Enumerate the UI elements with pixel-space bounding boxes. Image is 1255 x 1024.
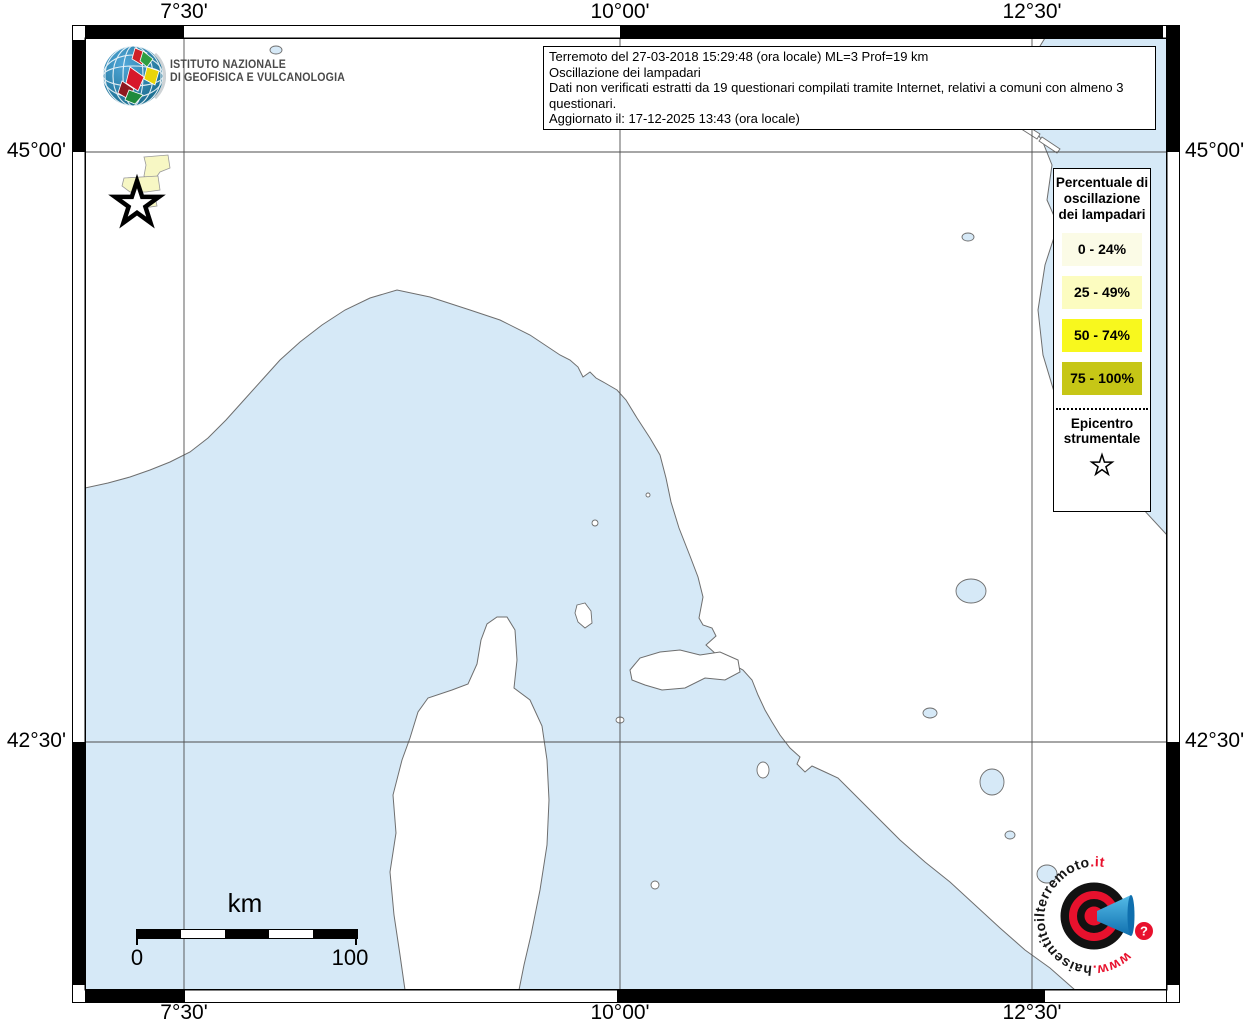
event-updated: Aggiornato il: 17-12-2025 13:43 (ora loc… [549,111,800,126]
legend-class-25-49: 25 - 49% [1062,276,1142,309]
question-mark: ? [1140,924,1148,939]
legend-class-label: 75 - 100% [1070,370,1134,386]
event-effect: Oscillazione dei lampadari [549,64,701,80]
legend-separator [1056,408,1148,410]
lon-label-top-1000: 10°00' [590,0,650,23]
question-badge: ? [1135,922,1153,940]
watermark-www: www. [1092,949,1136,978]
legend-class-label: 0 - 24% [1077,241,1127,257]
legend-class-label: 50 - 74% [1073,327,1131,343]
map-canvas [72,25,1180,1003]
legend-class-0-24: 0 - 24% [1062,233,1142,266]
lon-label-bottom-1230: 12°30' [1002,1001,1062,1024]
ingv-logo-text: ISTITUTO NAZIONALE DI GEOFISICA E VULCAN… [170,59,345,84]
scale-tick-start [136,938,138,945]
scale-segment [225,930,269,938]
scale-segment [137,930,181,938]
scale-segment [269,930,313,938]
ingv-logo-globe [102,45,166,107]
scale-bar-segments [136,929,358,939]
scale-bar: km 0 100 [125,888,368,978]
lat-label-left-4500: 45°00' [6,139,66,162]
legend-class-label: 25 - 49% [1073,284,1131,300]
ingv-name-line1: ISTITUTO NAZIONALE [170,59,286,71]
scale-segment [181,930,225,938]
legend-class-50-74: 50 - 74% [1062,319,1142,352]
event-info-box: Terremoto del 27-03-2018 15:29:48 (ora l… [543,46,1156,130]
legend-title: Percentuale di oscillazione dei lampadar… [1055,175,1149,222]
epicenter-star-icon [1089,452,1115,477]
macroseismic-map-page: 7°30' 10°00' 12°30' 7°30' 10°00' 12°30' … [0,0,1255,1024]
haisentitoilterremoto-logo: www.haisentitoilterremoto.it ? [1031,853,1153,978]
scale-max: 100 [331,945,369,970]
lon-label-bottom-1000: 10°00' [590,1001,650,1024]
lat-label-right-4500: 45°00' [1185,139,1245,162]
scale-segment [313,930,357,938]
legend-class-75-100: 75 - 100% [1062,362,1142,395]
lon-label-top-1230: 12°30' [1002,0,1062,23]
event-disclaimer: Dati non verificati estratti da 19 quest… [549,80,1124,111]
scale-min: 0 [130,945,144,970]
ingv-name-line2: DI GEOFISICA E VULCANOLOGIA [170,71,346,84]
event-title: Terremoto del 27-03-2018 15:29:48 (ora l… [549,49,929,64]
legend-box: Percentuale di oscillazione dei lampadar… [1053,168,1151,512]
watermark-tld: .it [1090,853,1106,870]
scale-tick-end [355,938,357,945]
legend-epicenter-label: Epicentro strumentale [1063,416,1141,446]
lat-label-right-4230: 42°30' [1185,729,1245,752]
lat-label-left-4230: 42°30' [6,729,66,752]
scale-unit: km [227,888,263,918]
lon-label-top-730: 7°30' [160,0,208,23]
lon-label-bottom-730: 7°30' [160,1001,208,1024]
